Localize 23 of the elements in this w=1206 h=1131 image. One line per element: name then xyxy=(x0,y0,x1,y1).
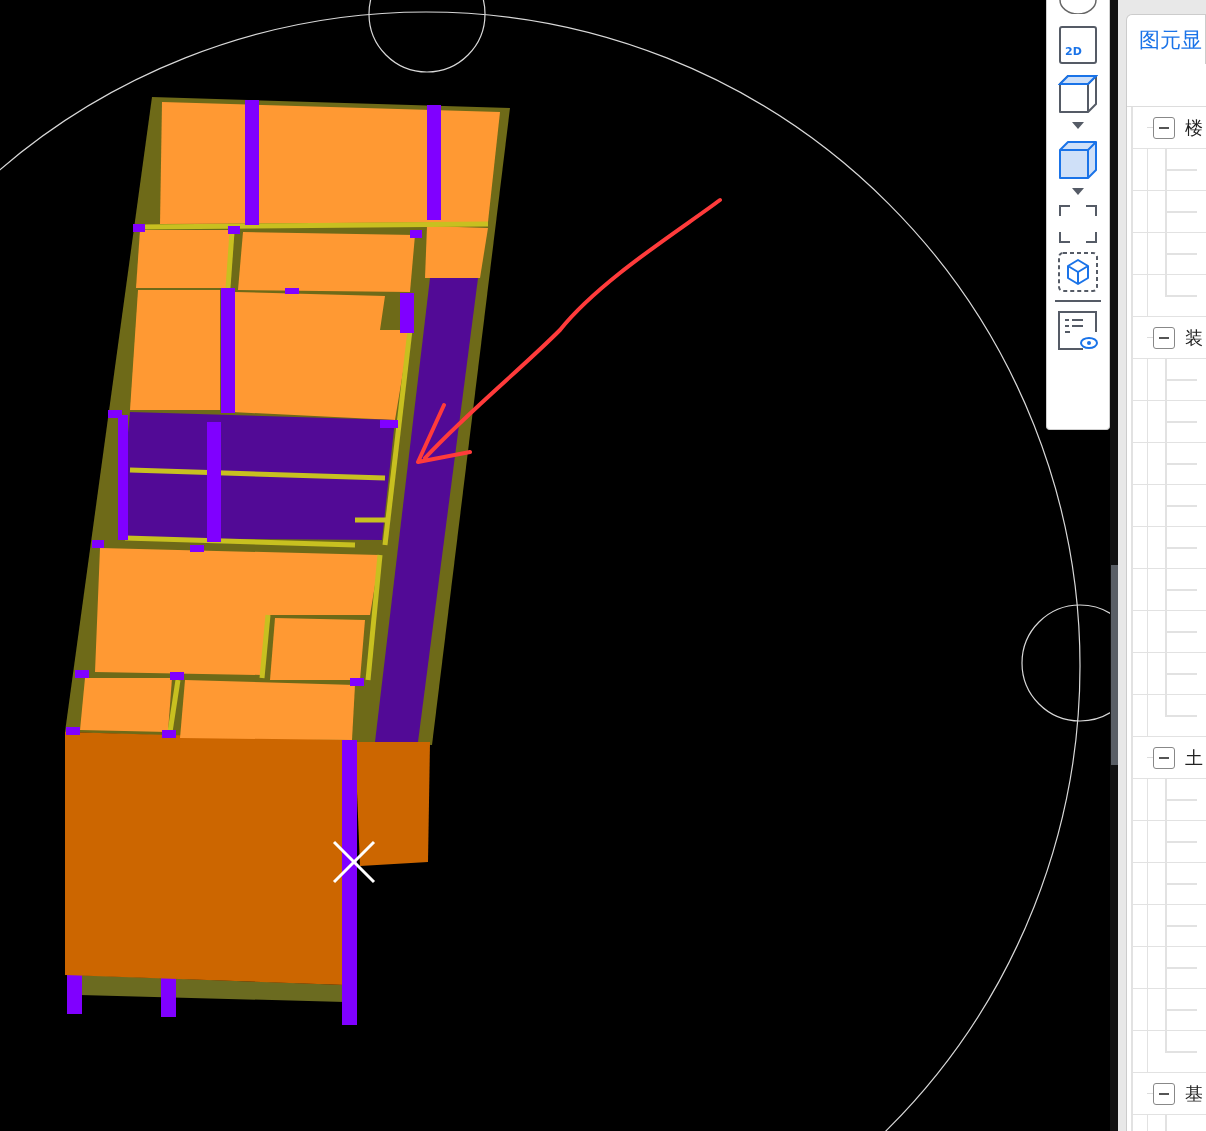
3d-viewport[interactable]: 2D xyxy=(0,0,1110,1131)
tree-group-label[interactable]: 基 xyxy=(1185,1081,1203,1106)
collapse-icon[interactable] xyxy=(1153,116,1175,139)
tree-group-label[interactable]: 装 xyxy=(1185,325,1203,350)
frame-icon[interactable] xyxy=(1058,204,1098,244)
collapse-icon[interactable] xyxy=(1153,746,1175,769)
cube-icon[interactable] xyxy=(1058,72,1098,114)
cube-icon[interactable] xyxy=(1058,252,1098,292)
cube-icon[interactable] xyxy=(1058,138,1098,180)
panel-tab[interactable]: 图元显 xyxy=(1126,14,1206,64)
orbit-handle[interactable] xyxy=(368,0,486,73)
caret-icon[interactable] xyxy=(1072,188,1084,196)
collapse-icon[interactable] xyxy=(1153,326,1175,349)
orbit-handle[interactable] xyxy=(1021,604,1110,722)
cursor-cross-icon xyxy=(332,840,376,884)
2d-view-button[interactable]: 2D xyxy=(1059,26,1097,64)
list-view-icon[interactable] xyxy=(1057,310,1099,352)
tree-group-label[interactable]: 土 xyxy=(1185,745,1203,770)
compass-icon[interactable] xyxy=(1058,0,1098,14)
tree-group-label[interactable]: 楼 xyxy=(1185,115,1203,140)
collapse-icon[interactable] xyxy=(1153,1082,1175,1105)
caret-icon[interactable] xyxy=(1072,122,1084,130)
splitter-handle[interactable] xyxy=(1111,565,1118,765)
